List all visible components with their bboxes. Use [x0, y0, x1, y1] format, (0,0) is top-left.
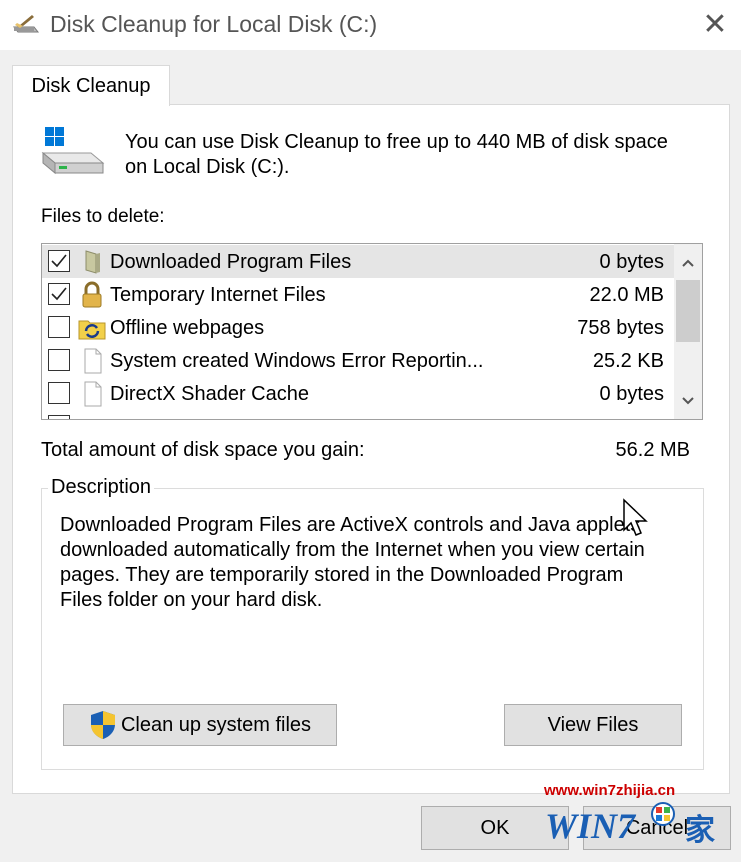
- file-row-downloaded-program-files[interactable]: Downloaded Program Files 0 bytes: [42, 245, 674, 278]
- file-row-windows-error-reporting[interactable]: System created Windows Error Reportin...…: [42, 344, 674, 377]
- checkbox-offline-webpages[interactable]: [48, 316, 70, 338]
- watermark-logo: WIN7 家: [545, 802, 715, 848]
- file-icon: [84, 381, 102, 407]
- clean-up-system-files-label: Clean up system files: [120, 713, 312, 736]
- sync-folder-icon: [78, 320, 106, 340]
- total-gain-label: Total amount of disk space you gain:: [41, 439, 365, 461]
- close-icon: ✕: [702, 6, 728, 42]
- tab-disk-cleanup[interactable]: Disk Cleanup: [12, 65, 170, 106]
- files-to-delete-label: Files to delete:: [41, 206, 165, 227]
- ok-label: OK: [480, 816, 510, 839]
- svg-text:WIN7: WIN7: [545, 806, 637, 846]
- file-size: 0 bytes: [599, 383, 664, 405]
- file-row-offline-webpages[interactable]: Offline webpages 758 bytes: [42, 311, 674, 344]
- file-name: System created Windows Error Reportin...: [110, 350, 484, 372]
- file-row-temporary-internet-files[interactable]: Temporary Internet Files 22.0 MB: [42, 278, 674, 311]
- hard-disk-icon: [41, 127, 105, 175]
- chevron-up-icon: [682, 259, 694, 267]
- description-group: Description Downloaded Program Files are…: [41, 476, 704, 770]
- file-size: 758 bytes: [577, 317, 664, 339]
- checkbox-partial[interactable]: [48, 415, 70, 419]
- list-scrollbar[interactable]: [674, 244, 702, 419]
- watermark-url: www.win7zhijia.cn: [544, 782, 676, 799]
- scroll-up-arrow[interactable]: [674, 249, 702, 277]
- file-name: Offline webpages: [110, 317, 265, 339]
- description-legend: Description: [48, 476, 155, 499]
- view-files-button[interactable]: View Files: [504, 704, 682, 746]
- scroll-down-arrow[interactable]: [674, 387, 702, 415]
- checkbox-downloaded-program-files[interactable]: [48, 250, 70, 272]
- clean-up-system-files-button[interactable]: Clean up system files: [63, 704, 337, 746]
- scroll-thumb[interactable]: [676, 280, 700, 342]
- close-button[interactable]: ✕: [689, 0, 741, 48]
- checkbox-windows-error-reporting[interactable]: [48, 349, 70, 371]
- file-size: 25.2 KB: [592, 350, 664, 372]
- window-title: Disk Cleanup for Local Disk (C:): [50, 11, 378, 37]
- file-name: Temporary Internet Files: [110, 284, 326, 306]
- uac-shield-icon: [90, 711, 115, 739]
- file-name: Downloaded Program Files: [110, 251, 352, 273]
- checkbox-directx-shader-cache[interactable]: [48, 382, 70, 404]
- checkbox-temporary-internet-files[interactable]: [48, 283, 70, 305]
- title-bar: Disk Cleanup for Local Disk (C:) ✕: [0, 0, 741, 50]
- chevron-down-icon: [682, 397, 694, 405]
- disk-cleanup-panel: You can use Disk Cleanup to free up to 4…: [12, 104, 730, 794]
- file-row-directx-shader-cache[interactable]: DirectX Shader Cache 0 bytes: [42, 377, 674, 410]
- svg-text:家: 家: [685, 813, 715, 848]
- files-list[interactable]: Downloaded Program Files 0 bytes Tempora…: [41, 243, 703, 420]
- description-text: Downloaded Program Files are ActiveX con…: [60, 514, 645, 611]
- checkmark-icon: [51, 287, 67, 301]
- file-row-partial[interactable]: [42, 410, 674, 419]
- intro-text: You can use Disk Cleanup to free up to 4…: [125, 131, 668, 178]
- mouse-cursor-icon: [623, 498, 648, 536]
- file-size: 0 bytes: [599, 251, 664, 273]
- lock-icon: [82, 281, 102, 308]
- checkmark-icon: [51, 254, 67, 268]
- file-icon: [84, 348, 102, 374]
- view-files-label: View Files: [547, 713, 639, 736]
- file-size: 22.0 MB: [589, 284, 664, 306]
- folder-icon: [85, 250, 100, 274]
- file-name: DirectX Shader Cache: [110, 383, 309, 405]
- disk-cleanup-app-icon: [12, 15, 40, 33]
- total-gain-value: 56.2 MB: [615, 439, 690, 461]
